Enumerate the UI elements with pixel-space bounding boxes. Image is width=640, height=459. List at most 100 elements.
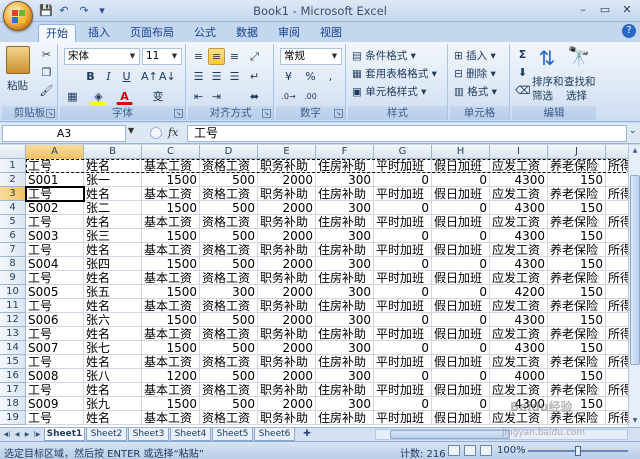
- insert-sheet-icon[interactable]: ✚: [300, 429, 314, 440]
- grid-cell[interactable]: 500: [200, 173, 258, 187]
- grid-cell[interactable]: 0: [374, 173, 432, 187]
- grid-cell[interactable]: 养老保险: [548, 327, 606, 341]
- row-header[interactable]: 1: [0, 159, 26, 173]
- grid-cell[interactable]: 平时加班: [374, 383, 432, 397]
- align-center-icon[interactable]: ☰: [208, 68, 225, 85]
- grid-cell[interactable]: 150: [548, 201, 606, 215]
- scroll-down-icon[interactable]: ▼: [630, 416, 640, 426]
- grid-cell[interactable]: 4300: [490, 257, 548, 271]
- row-header[interactable]: 6: [0, 229, 26, 243]
- office-button[interactable]: [3, 1, 33, 31]
- grid-cell[interactable]: S006: [26, 313, 84, 327]
- grid-cell[interactable]: [606, 173, 628, 187]
- font-launcher-icon[interactable]: ↘: [174, 109, 183, 118]
- row-header[interactable]: 12: [0, 313, 26, 327]
- grid-cell[interactable]: 2000: [258, 313, 316, 327]
- page-layout-view-icon[interactable]: [464, 445, 476, 456]
- sheet-tab[interactable]: Sheet5: [212, 428, 253, 441]
- grid-cell[interactable]: 0: [374, 229, 432, 243]
- grid-cell[interactable]: 资格工资: [200, 187, 258, 201]
- column-header[interactable]: H: [432, 145, 490, 159]
- grid-cell[interactable]: 平时加班: [374, 243, 432, 257]
- phonetic-button[interactable]: 变: [146, 88, 170, 105]
- grid-cell[interactable]: 职务补助: [258, 159, 316, 173]
- grid-cell[interactable]: 2000: [258, 201, 316, 215]
- grid-cell[interactable]: 300: [200, 285, 258, 299]
- grid-cell[interactable]: 300: [316, 201, 374, 215]
- grid-cell[interactable]: 张四: [84, 257, 142, 271]
- grid-cell[interactable]: 张六: [84, 313, 142, 327]
- grid-cell[interactable]: 4300: [490, 201, 548, 215]
- grid-cell[interactable]: 0: [374, 397, 432, 411]
- grid-cell[interactable]: 500: [200, 229, 258, 243]
- percent-button[interactable]: %: [302, 68, 319, 85]
- clear-icon[interactable]: ⌫: [514, 82, 531, 99]
- grid-cell[interactable]: 500: [200, 341, 258, 355]
- grid-cell[interactable]: 150: [548, 341, 606, 355]
- row-header[interactable]: 9: [0, 271, 26, 285]
- orientation-icon[interactable]: ⤢: [246, 48, 263, 65]
- grid-cell[interactable]: 张八: [84, 369, 142, 383]
- decrease-decimal-icon[interactable]: .00: [302, 88, 319, 105]
- grid-cell[interactable]: 所得: [606, 187, 628, 201]
- row-header[interactable]: 11: [0, 299, 26, 313]
- grid-cell[interactable]: 基本工资: [142, 383, 200, 397]
- grid-cell[interactable]: 0: [432, 369, 490, 383]
- grid-cell[interactable]: 工号: [26, 383, 84, 397]
- merge-center-icon[interactable]: ⬌: [246, 88, 263, 105]
- grid-cell[interactable]: 假日加班: [432, 159, 490, 173]
- zoom-slider[interactable]: [528, 446, 628, 456]
- row-header[interactable]: 14: [0, 341, 26, 355]
- grid-cell[interactable]: 基本工资: [142, 299, 200, 313]
- row-header[interactable]: 5: [0, 215, 26, 229]
- row-header[interactable]: 18: [0, 397, 26, 411]
- grid-cell[interactable]: 所得: [606, 159, 628, 173]
- grid-cell[interactable]: 假日加班: [432, 215, 490, 229]
- grid-cell[interactable]: 0: [432, 201, 490, 215]
- close-button[interactable]: ✕: [616, 2, 638, 18]
- grid-cell[interactable]: 工号: [26, 355, 84, 369]
- vertical-scrollbar[interactable]: ▲ ▼: [628, 145, 640, 427]
- grid-cell[interactable]: 养老保险: [548, 187, 606, 201]
- grid-cell[interactable]: 0: [432, 173, 490, 187]
- grid-cell[interactable]: 职务补助: [258, 215, 316, 229]
- grid-cell[interactable]: 1500: [142, 313, 200, 327]
- tab-view[interactable]: 视图: [314, 24, 348, 42]
- cell-styles-button[interactable]: ▣ 单元格样式 ▾: [352, 84, 426, 99]
- grid-cell[interactable]: 2000: [258, 229, 316, 243]
- grid-cell[interactable]: 应发工资: [490, 159, 548, 173]
- grid-cell[interactable]: 假日加班: [432, 299, 490, 313]
- grid-cell[interactable]: 平时加班: [374, 215, 432, 229]
- row-header[interactable]: 16: [0, 369, 26, 383]
- grid-cell[interactable]: 姓名: [84, 411, 142, 425]
- grid-cell[interactable]: [606, 201, 628, 215]
- column-header[interactable]: I: [490, 145, 548, 159]
- grid-cell[interactable]: 所得: [606, 299, 628, 313]
- grid-cell[interactable]: 300: [316, 397, 374, 411]
- grid-cell[interactable]: 2000: [258, 257, 316, 271]
- sort-filter-button-line2[interactable]: 筛选: [532, 88, 553, 103]
- format-table-button[interactable]: ▦ 套用表格格式 ▾: [352, 66, 437, 81]
- grid-cell[interactable]: 假日加班: [432, 271, 490, 285]
- conditional-format-button[interactable]: ▤ 条件格式 ▾: [352, 48, 416, 63]
- grid-cell[interactable]: 应发工资: [490, 271, 548, 285]
- font-color-button[interactable]: A: [116, 88, 133, 105]
- horizontal-scroll-thumb[interactable]: [390, 430, 510, 439]
- tab-insert[interactable]: 插入: [82, 24, 116, 42]
- grid-cell[interactable]: 张七: [84, 341, 142, 355]
- grid-cell[interactable]: 基本工资: [142, 355, 200, 369]
- grid-cell[interactable]: 0: [432, 397, 490, 411]
- find-select-button-line2[interactable]: 选择: [566, 88, 587, 103]
- grid-cell[interactable]: 职务补助: [258, 383, 316, 397]
- grid-cell[interactable]: 2000: [258, 369, 316, 383]
- shrink-font-icon[interactable]: A↓: [158, 68, 176, 85]
- grid-cell[interactable]: 500: [200, 201, 258, 215]
- column-header[interactable]: J: [548, 145, 606, 159]
- grid-cell[interactable]: 基本工资: [142, 187, 200, 201]
- grid-cell[interactable]: 平时加班: [374, 327, 432, 341]
- grid-cell[interactable]: 所得: [606, 271, 628, 285]
- grid-cell[interactable]: 工号: [26, 243, 84, 257]
- font-name-combo[interactable]: 宋体 ▼: [64, 48, 140, 65]
- grid-cell[interactable]: 所得: [606, 215, 628, 229]
- grid-cell[interactable]: 150: [548, 285, 606, 299]
